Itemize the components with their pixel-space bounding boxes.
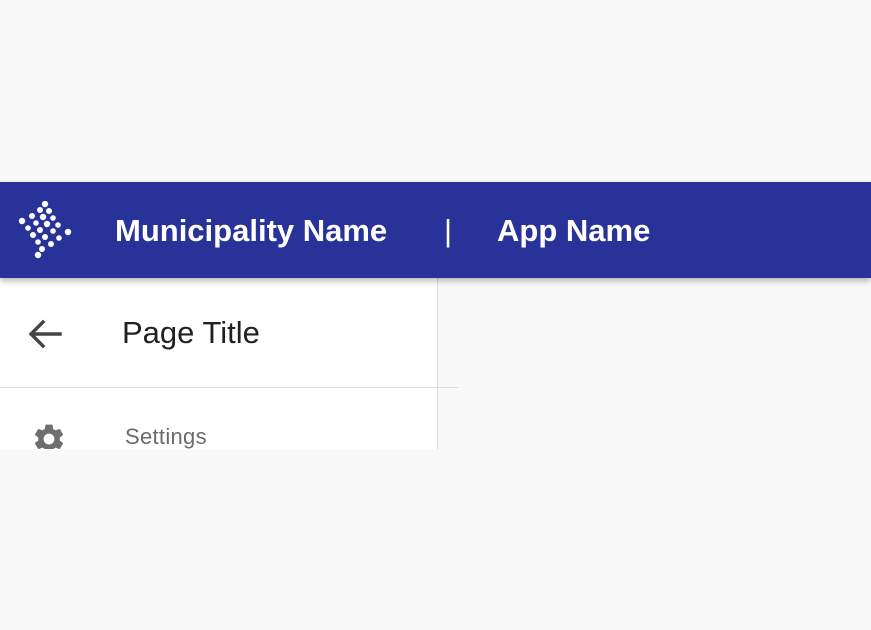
gear-icon (31, 421, 67, 449)
drawer-item-settings[interactable]: Settings (0, 388, 437, 449)
arrow-left-icon (28, 319, 62, 349)
page-title: Page Title (122, 315, 260, 350)
navigation-drawer: Page Title Settings (0, 278, 438, 449)
header-separator: | (444, 213, 453, 248)
back-button[interactable] (22, 310, 70, 358)
app-bar: Municipality Name | App Name (0, 182, 871, 278)
drawer-item-label: Settings (125, 424, 207, 449)
municipality-name: Municipality Name (115, 213, 388, 248)
app-name: App Name (497, 213, 651, 248)
drawer-divider (0, 387, 458, 388)
dotted-diamond-logo-icon (16, 200, 76, 259)
drawer-header: Page Title (0, 278, 437, 388)
